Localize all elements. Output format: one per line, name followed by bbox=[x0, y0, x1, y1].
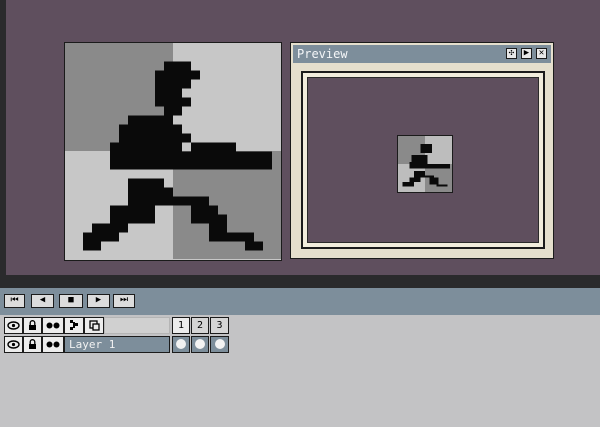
reference-layer-icon[interactable] bbox=[84, 317, 104, 334]
preview-sprite bbox=[402, 143, 450, 187]
link-icon[interactable] bbox=[64, 317, 84, 334]
preview-window[interactable]: Preview ✣ ▶ ✕ bbox=[290, 42, 554, 259]
frame-header-1[interactable]: 1 bbox=[172, 317, 190, 334]
play-button[interactable]: ■ bbox=[59, 294, 83, 308]
first-frame-button[interactable]: ⏮ bbox=[4, 294, 25, 308]
onion-skin-icon[interactable] bbox=[42, 317, 64, 334]
last-frame-button[interactable]: ⏭ bbox=[113, 294, 135, 308]
layer-name[interactable]: Layer 1 bbox=[64, 336, 170, 353]
eye-icon[interactable] bbox=[4, 317, 23, 334]
preview-frame bbox=[301, 71, 545, 249]
layers-panel: 1 2 3 Layer 1 bbox=[0, 315, 600, 427]
frame-header-2[interactable]: 2 bbox=[191, 317, 209, 334]
layer-visibility-toggle[interactable] bbox=[4, 336, 23, 353]
cel-frame-2[interactable] bbox=[191, 336, 209, 353]
header-spacer bbox=[104, 317, 170, 334]
cel-frame-1[interactable] bbox=[172, 336, 190, 353]
layer-onion-toggle[interactable] bbox=[42, 336, 64, 353]
preview-viewport[interactable] bbox=[307, 77, 539, 243]
previous-frame-button[interactable]: ◀ bbox=[31, 294, 54, 308]
play-icon[interactable]: ▶ bbox=[521, 48, 532, 59]
cel-frame-3[interactable] bbox=[210, 336, 229, 353]
canvas-workspace[interactable]: Preview ✣ ▶ ✕ bbox=[0, 0, 600, 288]
lock-icon[interactable] bbox=[23, 317, 42, 334]
preview-titlebar[interactable]: Preview ✣ ▶ ✕ bbox=[293, 45, 551, 63]
preview-title: Preview bbox=[297, 47, 348, 61]
close-icon[interactable]: ✕ bbox=[536, 48, 547, 59]
timeline-toolbar: ⏮ ◀ ■ ▶ ⏭ bbox=[0, 288, 600, 315]
next-frame-button[interactable]: ▶ bbox=[87, 294, 110, 308]
layer-lock-toggle[interactable] bbox=[23, 336, 42, 353]
sprite-runner bbox=[83, 61, 272, 251]
frame-header-3[interactable]: 3 bbox=[210, 317, 229, 334]
move-icon[interactable]: ✣ bbox=[506, 48, 517, 59]
sprite-canvas[interactable] bbox=[64, 42, 282, 261]
preview-thumbnail bbox=[397, 135, 453, 193]
